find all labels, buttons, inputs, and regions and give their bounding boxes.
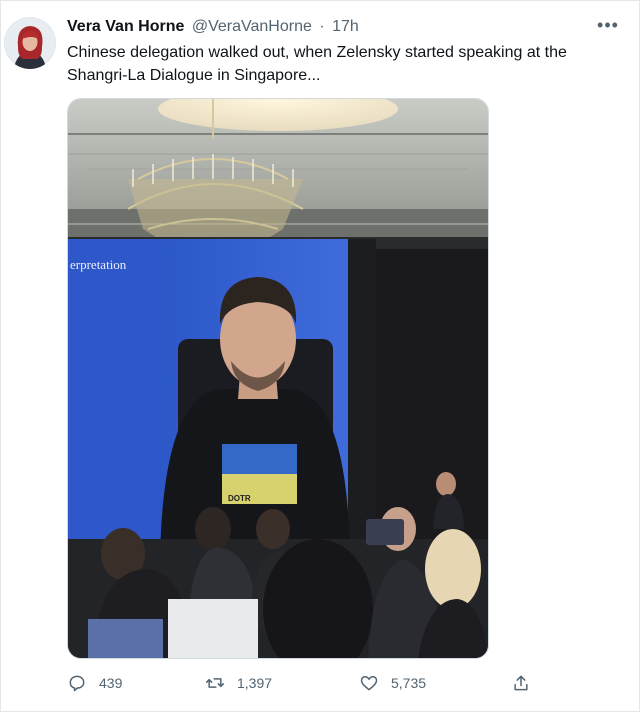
tweet-text: Chinese delegation walked out, when Zele…: [67, 44, 567, 84]
tweet-header: Vera Van Horne @VeraVanHorne · 17h: [67, 16, 619, 38]
more-icon[interactable]: •••: [597, 15, 619, 37]
like-icon: [360, 676, 378, 691]
shirt-print: DOTR: [228, 494, 251, 503]
retweet-count: 1,397: [237, 675, 273, 691]
reply-icon: [69, 675, 85, 692]
share-icon: [514, 675, 528, 691]
timestamp[interactable]: 17h: [332, 18, 359, 35]
tweet-actions: 439 1,397 5,735: [67, 671, 547, 695]
retweet-button[interactable]: 1,397: [205, 671, 272, 695]
avatar[interactable]: [4, 17, 56, 69]
tweet-card[interactable]: Vera Van Horne @VeraVanHorne · 17h ••• C…: [0, 0, 640, 712]
tweet-photo[interactable]: erpretation DOTR: [67, 98, 489, 659]
screen-caption: erpretation: [70, 257, 127, 272]
share-button[interactable]: [511, 671, 543, 695]
reply-count: 439: [99, 675, 123, 691]
separator-dot: ·: [319, 18, 325, 35]
reply-button[interactable]: 439: [67, 671, 122, 695]
like-button[interactable]: 5,735: [359, 671, 426, 695]
retweet-icon: [205, 678, 225, 688]
like-count: 5,735: [391, 675, 427, 691]
author-handle[interactable]: @VeraVanHorne: [192, 18, 312, 35]
author-name[interactable]: Vera Van Horne: [67, 18, 184, 35]
